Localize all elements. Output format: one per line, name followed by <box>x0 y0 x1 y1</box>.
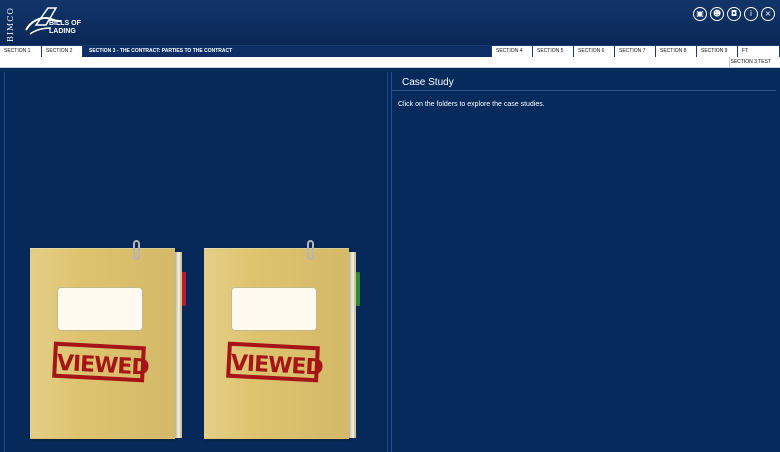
tab-section-3[interactable]: SECTION 3 - THE CONTRACT: PARTIES TO THE… <box>83 46 492 57</box>
tab-section-9[interactable]: SECTION 9 <box>697 46 738 57</box>
case-study-folder-1[interactable]: VIEWED <box>30 240 186 443</box>
section-test-link[interactable]: SECTION 3 TEST <box>729 57 773 67</box>
tab-section-5[interactable]: SECTION 5 <box>533 46 574 57</box>
viewed-stamp: VIEWED <box>226 341 323 383</box>
people-icon[interactable]: ☻ <box>710 7 724 21</box>
app-title-line-1: BILLS OF <box>49 20 81 27</box>
close-icon[interactable]: × <box>761 7 775 21</box>
tab-section-7[interactable]: SECTION 7 <box>615 46 656 57</box>
folder-shading <box>30 248 175 438</box>
viewed-stamp: VIEWED <box>52 341 149 383</box>
case-study-folders-panel: VIEWED VIEWED <box>4 72 388 452</box>
paperclip-icon <box>307 240 314 260</box>
header-icon-group: ▣ ☻ ◘ i × <box>693 7 775 21</box>
folder-label <box>57 287 143 331</box>
red-folder-tab <box>182 272 186 306</box>
tab-section-8[interactable]: SECTION 8 <box>656 46 697 57</box>
case-study-title: Case Study <box>402 77 454 88</box>
app-header: BIMCO BILLS OF LADING ▣ ☻ ◘ i × <box>0 0 780 45</box>
app-title-line-2: LADING <box>49 28 76 35</box>
certificate-icon[interactable]: ◘ <box>727 7 741 21</box>
tab-section-4[interactable]: SECTION 4 <box>492 46 533 57</box>
title-divider <box>392 90 776 91</box>
tab-section-1[interactable]: SECTION 1 <box>0 46 42 57</box>
folder-shading <box>204 248 349 438</box>
case-study-folder-2[interactable]: VIEWED <box>204 240 360 443</box>
folder-label <box>231 287 317 331</box>
tab-section-2[interactable]: SECTION 2 <box>42 46 83 57</box>
case-study-panel: Case Study Click on the folders to explo… <box>391 72 776 452</box>
green-folder-tab <box>356 272 360 306</box>
tab-section-6[interactable]: SECTION 6 <box>574 46 615 57</box>
tab-ft[interactable]: FT <box>738 46 780 57</box>
sub-navigation-bar <box>0 57 780 68</box>
app-title: BILLS OF LADING <box>49 20 89 36</box>
paperclip-icon <box>133 240 140 260</box>
info-icon[interactable]: i <box>744 7 758 21</box>
glossary-icon[interactable]: ▣ <box>693 7 707 21</box>
case-study-instructions: Click on the folders to explore the case… <box>398 101 545 108</box>
